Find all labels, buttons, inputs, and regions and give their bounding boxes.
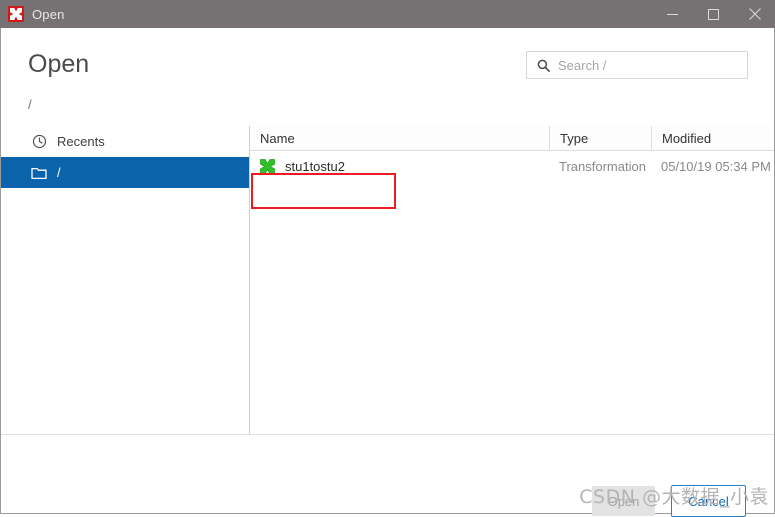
sidebar-item-recents[interactable]: Recents (1, 126, 249, 157)
column-header-type[interactable]: Type (549, 126, 651, 150)
column-header-name[interactable]: Name (250, 126, 549, 150)
minimize-icon (667, 13, 678, 15)
breadcrumb: / (28, 97, 32, 112)
table-row[interactable]: stu1tostu2 Transformation 05/10/19 05:34… (250, 151, 774, 181)
transformation-icon (260, 158, 275, 174)
maximize-icon (708, 8, 719, 20)
window-controls (652, 0, 775, 28)
file-modified-cell: 05/10/19 05:34 PM (661, 158, 771, 174)
close-button[interactable] (734, 0, 775, 28)
close-icon (748, 8, 761, 20)
clock-icon (31, 134, 47, 150)
open-file-dialog-window: Open Open / Search / Recents / Name Type… (0, 0, 775, 517)
browser-panel: Recents / Name Type Modified stu1tostu2 … (1, 126, 774, 434)
title-bar: Open (0, 0, 775, 28)
file-list-header: Name Type Modified (250, 126, 774, 151)
watermark: CSDN @大数据_小袁 (579, 486, 769, 508)
search-input[interactable] (558, 55, 747, 75)
sidebar-item-root[interactable]: / (1, 157, 249, 188)
window-title: Open (32, 6, 65, 22)
page-title: Open (28, 50, 90, 78)
sidebar-item-label: Recents (57, 133, 105, 149)
pentaho-icon (8, 6, 24, 22)
minimize-button[interactable] (652, 0, 693, 28)
dialog-header: Open / (1, 28, 774, 125)
file-name-label: stu1tostu2 (285, 158, 345, 174)
dialog-body: Open / Search / Recents / Name Type Modi… (0, 28, 775, 517)
search-icon (537, 59, 550, 72)
file-type-cell: Transformation (559, 158, 646, 174)
sidebar-item-label: / (57, 164, 61, 180)
sidebar: Recents / (1, 126, 250, 434)
file-list: Name Type Modified stu1tostu2 Transforma… (250, 126, 774, 434)
maximize-button[interactable] (693, 0, 734, 28)
file-name-cell[interactable]: stu1tostu2 (250, 151, 549, 181)
search-box[interactable] (526, 51, 748, 79)
column-header-modified[interactable]: Modified (651, 126, 774, 150)
folder-icon (31, 165, 47, 181)
dialog-footer: Open Cancel CSDN @大数据_小袁 (1, 435, 774, 517)
